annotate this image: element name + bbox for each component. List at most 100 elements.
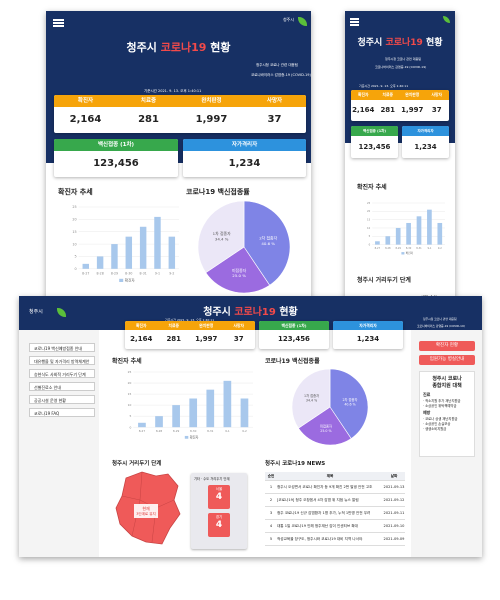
y-tick-label: 20 (367, 209, 371, 213)
confirmed-status-button[interactable]: 확진자 현황 (419, 341, 475, 351)
y-tick-label: 15 (72, 230, 76, 234)
x-tick-label: 8-29 (173, 429, 180, 433)
map-city-value: 3단계로 유지 (136, 511, 155, 516)
mobile-view: 청주시 코로나19 현황 청주시청 코로나 관련 대응팀 코로나바이러스 감염증… (345, 11, 455, 308)
mobile-distancing-title: 청주시 거리두기 단계 (357, 277, 411, 284)
y-tick-label: 10 (128, 403, 132, 407)
mobile-menu-icon[interactable] (350, 18, 359, 26)
pie-label: 34.4 % (306, 399, 317, 403)
bar (111, 244, 118, 269)
news-row[interactable]: 1 청주시 오성면서 코로나 확진자 등 9개 확진 2번 발생 안전 고조 2… (265, 481, 405, 494)
mobile-page-title: 청주시 코로나19 현황 (357, 38, 443, 48)
bar (416, 216, 422, 245)
pie-slice (329, 368, 369, 439)
bar (154, 216, 161, 269)
bar (138, 422, 146, 428)
stat-value-recovered: 1,997 (195, 114, 228, 125)
desktop-trend-title: 확진자 추세 (112, 358, 142, 365)
stat-value-deaths: 37 (267, 114, 282, 125)
desktop-vaccine-card: 백신접종 (1차) 123,456 (259, 321, 329, 349)
x-tick-label: 9-1 (155, 271, 160, 275)
pie-label: 25.0 % (320, 429, 331, 433)
y-tick-label: 25 (72, 205, 76, 209)
pie-label: 2차 접종자 (259, 236, 277, 241)
y-tick-label: 5 (74, 255, 76, 259)
bar (223, 380, 232, 428)
stat-label-confirmed: 확진자 (77, 98, 94, 104)
mobile-trend-title: 확진자 추세 (357, 184, 387, 191)
cheongju-map[interactable]: 현재 3단계로 유지 (112, 470, 182, 548)
bar (168, 236, 176, 269)
bar (406, 222, 411, 245)
x-tick-label: 9-1 (427, 247, 431, 250)
y-tick-label: 0 (369, 243, 371, 247)
stat-value-confirmed: 2,164 (69, 114, 102, 125)
pie-label: 25.0 % (232, 273, 246, 278)
pie-label: 미접종자 (320, 424, 332, 429)
y-tick-label: 15 (128, 392, 132, 396)
pie-label: 2차 접종자 (342, 397, 357, 402)
updated-time: 기준시간 2021. 9. 13. 오후 1:40:11 (144, 89, 202, 93)
bar (240, 398, 249, 428)
y-tick-label: 25 (367, 201, 371, 205)
bar (172, 405, 180, 428)
pie-label: 34.4 % (215, 236, 229, 241)
stat-label-deaths: 사망자 (266, 98, 283, 104)
x-tick-label: 8-27 (82, 271, 89, 275)
x-tick-label: 8-31 (140, 271, 147, 275)
header-info-2: 코로나바이러스 감염증-19 (COVID-19) (251, 73, 311, 77)
menu-icon[interactable] (53, 19, 64, 27)
y-tick-label: 10 (72, 242, 76, 246)
x-tick-label: 8-28 (385, 247, 391, 250)
mobile-header (345, 11, 455, 143)
x-tick-label: 8-29 (395, 247, 401, 250)
bar (155, 416, 163, 428)
y-tick-label: 15 (367, 218, 371, 222)
sidebar-item-quarantine[interactable]: 대유행을 및 자가격리 방역체계안 (29, 356, 95, 365)
sidebar-item-facilities[interactable]: 공공시설 운영 현황 (29, 395, 95, 404)
bar (189, 398, 198, 428)
mobile-vaccine-card: 백신접종 (1차) 123,456 (351, 126, 398, 158)
news-row[interactable]: 5 적성교육을 장구도, 청주시와 코로나19 대비 지역 나서야 2021-0… (265, 533, 405, 546)
sidebar-item-distancing[interactable]: 승현식도 사회적 거리두기 단계 (29, 369, 95, 378)
desktop-distancing-title: 청주시 거리두기 단계 (112, 461, 162, 467)
sidebar-item-clinic[interactable]: 선별진료소 안내 (29, 382, 95, 391)
pie-label: 1차 접종자 (213, 231, 231, 236)
desktop-selfquarantine-card: 자가격리자 1,234 (333, 321, 403, 349)
map-city-label: 현재 (142, 505, 150, 511)
news-row[interactable]: 3 청주 코로나19 신규 감염환자 1명 추가, 누적 1만명 안전 우려 2… (265, 507, 405, 520)
page-title: 청주시 코로나19 현황 (126, 41, 231, 54)
confirmed-trend-title: 확진자 추세 (58, 188, 93, 196)
tablet-view: 청주시 청주시 코로나19 현황 청주시청 코로나 관련 대응팀 코로나바이러스… (46, 11, 311, 301)
x-tick-label: 8-29 (111, 271, 118, 275)
vaccine-card: 백신접종 (1차) 123,456 (54, 139, 178, 177)
x-tick-label: 8-27 (139, 429, 146, 433)
mobile-stats-card: 확진자 치료중 완치판정 사망자 2,164 281 1,997 37 (351, 90, 449, 121)
pie-slice (197, 200, 245, 274)
logo[interactable]: 청주시 (283, 17, 294, 23)
x-tick-label: 8-28 (156, 429, 163, 433)
y-tick-label: 20 (128, 381, 132, 385)
x-tick-label: 9-1 (225, 429, 230, 433)
sidebar-item-vaccine[interactable]: 코로나19 백신예방접종 안내 (29, 343, 95, 352)
x-tick-label: 9-2 (242, 429, 247, 433)
selfquarantine-card: 자가격리자 1,234 (183, 139, 306, 177)
x-tick-label: 8-31 (416, 247, 422, 250)
desktop-view: 청주시 청주시 코로나19 현황 기준시간 2021. 9. 13. 오후 1:… (19, 296, 482, 557)
pie-slice (205, 246, 271, 294)
bar (385, 236, 391, 245)
bar (437, 222, 443, 245)
bar (96, 256, 104, 269)
seoul-level-box: 서울 4 (208, 485, 230, 509)
y-tick-label: 5 (130, 414, 132, 418)
sidebar-item-faq[interactable]: 코로나19 FAQ (29, 408, 95, 417)
legend-label: 확진자 (406, 251, 414, 255)
news-row[interactable]: 4 대통 1일 코로나19 인해 청주재난 감이 인센티브 확대 2021-09… (265, 520, 405, 533)
x-tick-label: 8-31 (207, 429, 214, 433)
bar (125, 236, 133, 269)
pie-label: 1차 접종자 (304, 393, 319, 398)
hospital-bed-button[interactable]: 입원가능 병실안내 (419, 355, 475, 365)
desktop-vaccine-rate-title: 코로나19 백신접종률 (265, 358, 320, 365)
vaccine-value: 123,456 (93, 158, 139, 169)
news-row[interactable]: 2 [코로나19] 청주 오창읍서 4차 감염 위 지점 뉴스 알림 2021-… (265, 494, 405, 507)
